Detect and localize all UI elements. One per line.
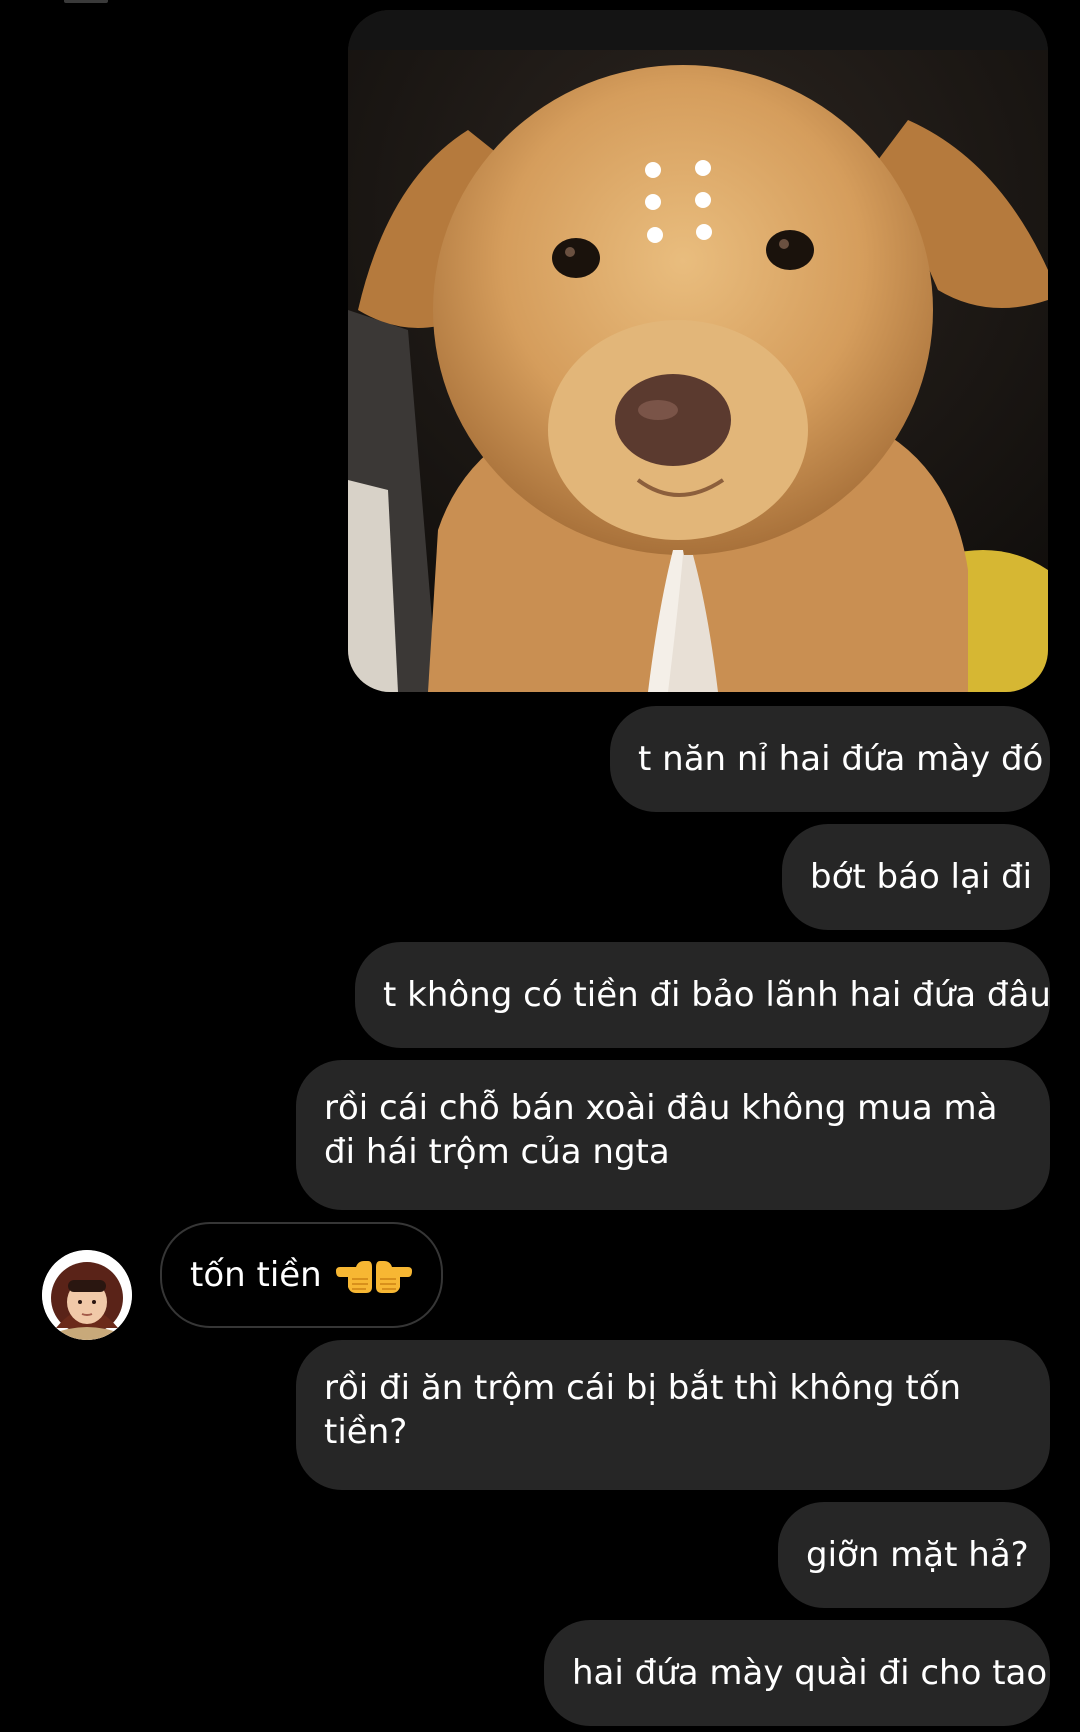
message-bubble-outgoing[interactable]: rồi cái chỗ bán xoài đâu không mua mà đi… [296,1060,1050,1210]
message-text: tốn tiền [190,1255,322,1295]
pointing-hands-emoji [332,1253,416,1297]
message-text: t không có tiền đi bảo lãnh hai đứa đâu [383,975,1051,1015]
message-text: giỡn mặt hả? [806,1535,1029,1575]
shared-photo[interactable] [348,10,1048,692]
sender-avatar[interactable] [42,1250,132,1340]
message-bubble-incoming[interactable]: tốn tiền [160,1222,443,1328]
message-bubble-outgoing[interactable]: giỡn mặt hả? [778,1502,1050,1608]
avatar-image [42,1250,132,1340]
message-bubble-outgoing[interactable]: t không có tiền đi bảo lãnh hai đứa đâu [355,942,1051,1048]
message-text: hai đứa mày quài đi cho tao [572,1653,1048,1693]
dog-praying-image [348,10,1048,692]
message-text: bớt báo lại đi [810,857,1033,897]
message-text: rồi cái chỗ bán xoài đâu không mua mà đi… [324,1088,998,1172]
top-edge-indicator [64,0,108,3]
backhand-pointing-left-icon [335,1261,412,1293]
message-bubble-outgoing[interactable]: bớt báo lại đi [782,824,1050,930]
message-bubble-outgoing[interactable]: hai đứa mày quài đi cho tao [544,1620,1050,1726]
message-text: rồi đi ăn trộm cái bị bắt thì không tốn … [324,1368,962,1452]
message-bubble-outgoing[interactable]: rồi đi ăn trộm cái bị bắt thì không tốn … [296,1340,1050,1490]
message-text: t năn nỉ hai đứa mày đó [638,739,1044,779]
message-bubble-outgoing[interactable]: t năn nỉ hai đứa mày đó [610,706,1050,812]
